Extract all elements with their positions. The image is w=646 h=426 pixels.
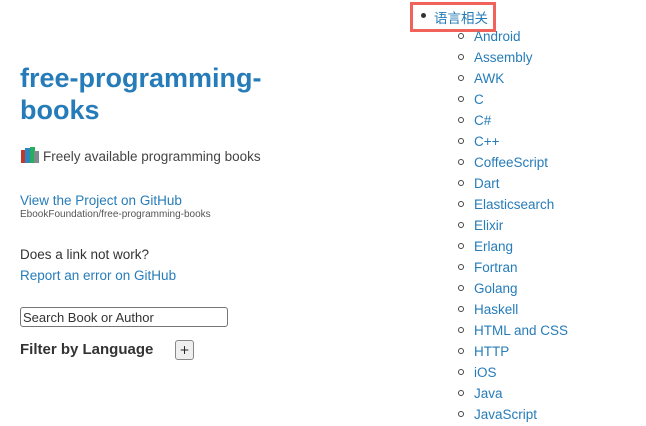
language-list-item: Elixir [458,215,568,236]
circle-bullet-icon [458,348,464,354]
language-link[interactable]: Android [474,29,521,44]
circle-bullet-icon [458,138,464,144]
language-list-item: Fortran [458,257,568,278]
circle-bullet-icon [458,33,464,39]
page-title-line-1: free-programming- [20,63,262,93]
language-link[interactable]: C# [474,113,491,128]
language-list-item: C++ [458,131,568,152]
language-list-item: AWK [458,68,568,89]
language-link[interactable]: C++ [474,134,500,149]
circle-bullet-icon [458,264,464,270]
language-list-item: Dart [458,173,568,194]
search-input[interactable] [20,307,228,327]
language-list-item: CoffeeScript [458,152,568,173]
language-link[interactable]: HTTP [474,344,509,359]
language-list-item: Haskell [458,299,568,320]
language-link[interactable]: Fortran [474,260,518,275]
language-link[interactable]: HTML and CSS [474,323,568,338]
language-list-item: C [458,89,568,110]
language-link[interactable]: Dart [474,176,500,191]
language-list-item: Android [458,26,568,47]
language-list-item: Elasticsearch [458,194,568,215]
circle-bullet-icon [458,96,464,102]
language-list-item: C# [458,110,568,131]
circle-bullet-icon [458,369,464,375]
section-title-link[interactable]: 语言相关 [434,7,488,27]
circle-bullet-icon [458,411,464,417]
language-link[interactable]: Elasticsearch [474,197,554,212]
language-list: Android Assembly AWK C C# C++ CoffeeScript Dart… [458,26,568,425]
language-list-item: Assembly [458,47,568,68]
language-link[interactable]: AWK [474,71,504,86]
language-list-item: Java [458,383,568,404]
circle-bullet-icon [458,390,464,396]
language-link[interactable]: JavaScript [474,407,537,422]
circle-bullet-icon [458,306,464,312]
circle-bullet-icon [458,159,464,165]
language-link[interactable]: Erlang [474,239,513,254]
repo-name: EbookFoundation/free-programming-books [20,209,211,220]
language-list-item: JavaScript [458,404,568,425]
tagline-text: Freely available programming books [43,149,261,164]
language-link[interactable]: Haskell [474,302,518,317]
circle-bullet-icon [458,54,464,60]
circle-bullet-icon [458,285,464,291]
circle-bullet-icon [458,327,464,333]
page-title-line-2: books [20,95,100,125]
circle-bullet-icon [458,75,464,81]
circle-bullet-icon [458,117,464,123]
language-list-item: iOS [458,362,568,383]
circle-bullet-icon [458,243,464,249]
language-link[interactable]: CoffeeScript [474,155,548,170]
language-link[interactable]: iOS [474,365,497,380]
broken-link-question: Does a link not work? [20,247,150,262]
language-link[interactable]: Elixir [474,218,503,233]
expand-language-filter-button[interactable]: + [175,340,194,360]
language-list-item: Erlang [458,236,568,257]
language-link[interactable]: Java [474,386,503,401]
language-list-item: HTML and CSS [458,320,568,341]
language-link[interactable]: Assembly [474,50,533,65]
circle-bullet-icon [458,201,464,207]
language-list-item: Golang [458,278,568,299]
circle-bullet-icon [458,222,464,228]
tagline: Freely available programming books [20,146,261,164]
bullet-icon [421,13,426,18]
report-error-link[interactable]: Report an error on GitHub [20,268,176,283]
books-icon [21,147,39,163]
language-link[interactable]: C [474,92,484,107]
page-title: free-programming- books [20,62,262,126]
circle-bullet-icon [458,180,464,186]
language-list-item: HTTP [458,341,568,362]
view-on-github-link[interactable]: View the Project on GitHub [20,193,182,208]
language-link[interactable]: Golang [474,281,518,296]
filter-by-language-label: Filter by Language [20,341,154,358]
